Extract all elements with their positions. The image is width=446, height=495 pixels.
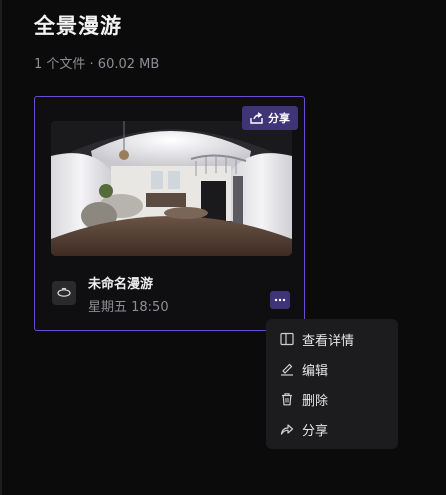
tour-card[interactable]: 分享 未命名漫游 星期五 18:50 [34,96,305,331]
more-options-button[interactable] [270,291,290,309]
menu-item-label: 分享 [302,423,329,439]
tour-name: 未命名漫游 [88,277,154,292]
panorama-icon [57,287,71,297]
page-title: 全景漫游 [34,14,122,38]
menu-item-label: 删除 [302,393,329,409]
trash-icon [282,393,292,406]
menu-item-delete[interactable]: 删除 [266,384,398,414]
edit-icon [281,363,293,376]
more-dots-icon [274,298,286,302]
panorama-thumbnail[interactable] [51,121,292,256]
share-button[interactable]: 分享 [242,106,298,130]
file-summary: 1 个文件 · 60.02 MB [34,57,160,72]
share-button-label: 分享 [268,112,290,125]
context-menu: 查看详情 编辑 删除 分享 [266,319,398,449]
tour-modified-time: 星期五 18:50 [88,300,169,315]
menu-item-label: 查看详情 [302,333,355,349]
share-icon [250,112,263,124]
app-root: 全景漫游 1 个文件 · 60.02 MB 分享 未命名漫游 星期五 18:50… [0,0,446,495]
menu-item-edit[interactable]: 编辑 [266,354,398,384]
menu-item-share[interactable]: 分享 [266,414,398,444]
left-divider [0,0,2,495]
share-arrow-icon [280,424,294,435]
panorama-type-icon [52,281,76,305]
menu-item-label: 编辑 [302,363,329,379]
menu-item-view-details[interactable]: 查看详情 [266,324,398,354]
panel-icon [280,332,294,346]
panorama-image [51,121,292,256]
